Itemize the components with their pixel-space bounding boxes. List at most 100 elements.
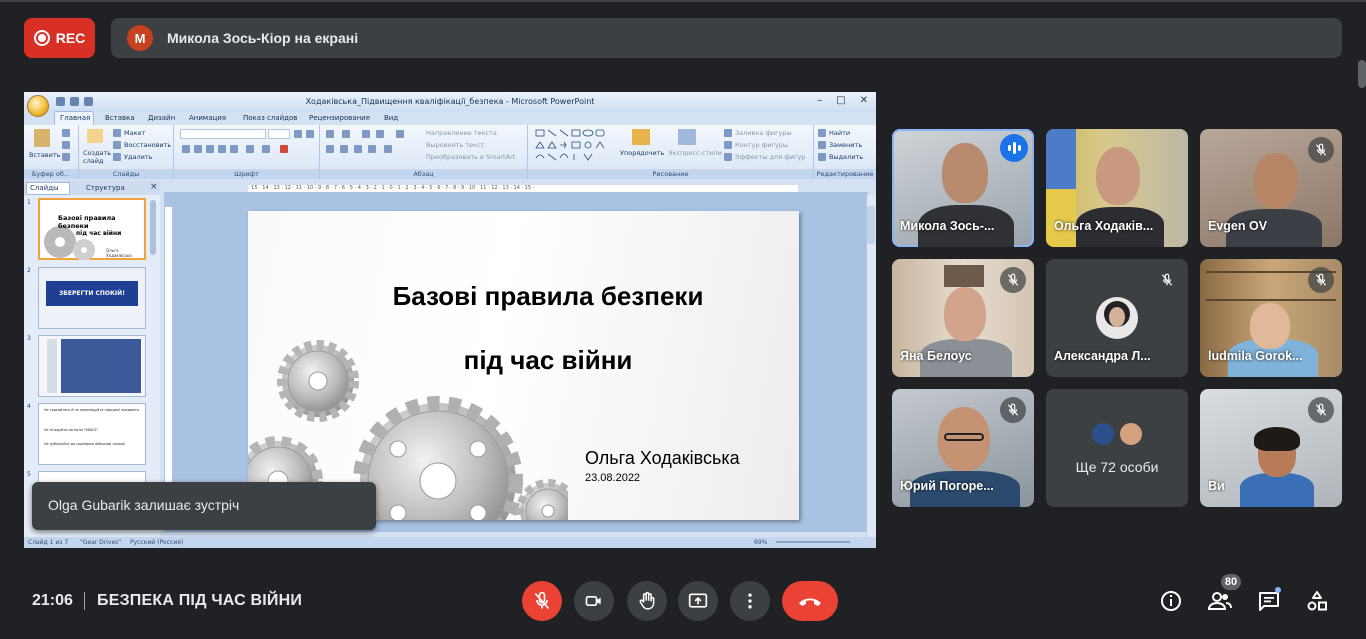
activities-button[interactable]: [1302, 586, 1332, 616]
group-slides: Создать слайд Макет Восстановить Удалить…: [79, 125, 174, 179]
align-left-icon: [326, 145, 334, 153]
meeting-title: БЕЗПЕКА ПІД ЧАС ВІЙНИ: [97, 592, 303, 609]
participant-tile-7[interactable]: Юрий Погоре...: [892, 389, 1034, 507]
select-icon: [818, 153, 826, 161]
replace-label: Заменить: [829, 141, 863, 149]
cut-icon: [62, 129, 70, 137]
mic-toggle-button[interactable]: [522, 581, 562, 621]
participant-tile-2[interactable]: Ольга Ходаків...: [1046, 129, 1188, 247]
copy-icon: [62, 141, 70, 149]
participant-tile-1[interactable]: Микола Зось-...: [892, 129, 1034, 247]
avatar-face: [1109, 307, 1125, 327]
group-clipboard: Вставить Буфер об...: [24, 125, 79, 179]
tab-home: Главная: [60, 114, 91, 122]
editor-scrollbar: [866, 195, 876, 538]
camera-icon: [585, 596, 601, 606]
grow-font-icon: [294, 130, 302, 138]
presenting-banner[interactable]: M Микола Зось-Кіор на екрані: [111, 18, 1342, 58]
thumb-num-3: 3: [27, 335, 31, 342]
participant-tile-more[interactable]: Ще 72 особи: [1046, 389, 1188, 507]
thumb1-title: Базові правила безпеки: [58, 214, 116, 230]
slide-thumbnail-2: ЗБЕРЕГТИ СПОКІЙ!: [38, 267, 146, 329]
leave-call-button[interactable]: [782, 581, 838, 621]
thumb3-content: [61, 339, 141, 393]
record-icon: [33, 30, 50, 46]
participant-name: Яна Белоус: [900, 349, 972, 363]
ppt-status-bar: Слайд 1 из 7 "Gear Drives" Русский (Росс…: [24, 537, 876, 548]
thumb4-bullet-3: Не публікуйте до соцмереж військові пози…: [44, 442, 125, 446]
ppt-title-bar: Ходаківська_Підвищення кваліфікації_безп…: [24, 92, 876, 112]
slide-thumbnail-4: Не торкайтесь й не переміщуйте підозрілі…: [38, 403, 146, 465]
maximize-icon: □: [836, 95, 846, 106]
chat-unread-dot: [1275, 587, 1281, 593]
quick-styles-icon: [678, 129, 696, 145]
group-label-font: Шрифт: [174, 169, 319, 179]
raise-hand-button[interactable]: [627, 581, 667, 621]
presenting-text: Микола Зось-Кіор на екрані: [167, 30, 359, 46]
recording-label: REC: [55, 30, 86, 46]
recording-indicator[interactable]: REC: [24, 18, 95, 58]
participant-tile-3[interactable]: Evgen OV: [1200, 129, 1342, 247]
bullets-icon: [326, 130, 334, 138]
more-avatar-2: [1118, 421, 1144, 447]
justify-icon: [368, 145, 376, 153]
arrange-label: Упорядочить: [620, 149, 665, 157]
align-text-label: Выровнять текст: [426, 141, 485, 149]
meeting-details-button[interactable]: [1156, 586, 1186, 616]
page-scrollbar[interactable]: [1358, 60, 1366, 88]
find-label: Найти: [829, 129, 851, 137]
thumb4-bullet-2: Не ігноруйте сигнали "УВАГА": [44, 428, 99, 432]
quick-styles-label: Экспресс-стили: [668, 149, 722, 157]
thumb-num-2: 2: [27, 267, 31, 274]
participant-tile-5[interactable]: Александра Л...: [1046, 259, 1188, 377]
group-font: Шрифт: [174, 125, 320, 179]
new-slide-label: Создать слайд: [83, 149, 112, 165]
slides-scrollbar: [150, 200, 156, 255]
pane-close-icon: ×: [150, 182, 158, 192]
font-size-box: [268, 129, 290, 139]
status-slide-count: Слайд 1 из 7: [28, 539, 69, 546]
shadow-icon: [230, 145, 238, 153]
layout-label: Макет: [124, 129, 146, 137]
group-label-paragraph: Абзац: [320, 169, 527, 179]
font-color-icon: [280, 145, 288, 153]
line-spacing-icon: [396, 130, 404, 138]
participant-tile-6[interactable]: ludmila Gorok...: [1200, 259, 1342, 377]
participant-face: [944, 287, 986, 341]
shared-screen: Ходаківська_Підвищення кваліфікації_безп…: [24, 92, 876, 548]
thumb-num-4: 4: [27, 403, 31, 410]
redo-icon: [84, 97, 93, 106]
camera-toggle-button[interactable]: [574, 581, 614, 621]
slide-subtitle: під час війни: [463, 345, 633, 375]
toast-text: Olga Gubarik залишає зустріч: [48, 497, 240, 513]
mic-off-icon: [534, 591, 550, 610]
paste-icon: [34, 129, 50, 147]
strikethrough-icon: [218, 145, 226, 153]
participant-tile-4[interactable]: Яна Белоус: [892, 259, 1034, 377]
mic-off-icon: [1154, 267, 1180, 293]
numbering-icon: [342, 130, 350, 138]
char-spacing-icon: [246, 145, 254, 153]
people-button[interactable]: [1205, 586, 1235, 616]
participant-tile-self[interactable]: Ви: [1200, 389, 1342, 507]
tab-animation: Анимация: [189, 114, 227, 122]
thumb4-bullet-1: Не торкайтесь й не переміщуйте підозрілі…: [44, 408, 139, 412]
reset-icon: [113, 141, 121, 149]
slides-pane-header: Слайды Структура ×: [24, 181, 160, 195]
format-painter-icon: [62, 153, 70, 161]
shape-outline-icon: [724, 141, 732, 149]
present-screen-button[interactable]: [678, 581, 718, 621]
thumb-num-5: 5: [27, 471, 31, 478]
delete-label: Удалить: [124, 153, 153, 161]
wall-picture: [944, 265, 984, 287]
participant-hair: [1254, 427, 1300, 451]
thumb1-author: Ольга Ходаківська: [106, 248, 132, 258]
more-options-button[interactable]: [730, 581, 770, 621]
mic-off-icon: [1000, 267, 1026, 293]
italic-icon: [194, 145, 202, 153]
present-icon: [688, 593, 708, 608]
tab-insert: Вставка: [105, 114, 135, 122]
participant-name: ludmila Gorok...: [1208, 349, 1303, 363]
group-label-editing: Редактирование: [814, 169, 876, 179]
participant-face: [1254, 153, 1298, 209]
